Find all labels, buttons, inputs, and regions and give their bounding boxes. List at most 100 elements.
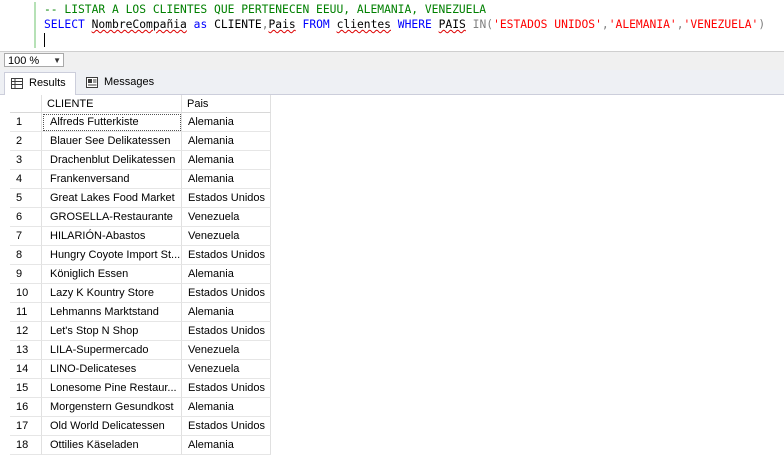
- table-row[interactable]: 4 Frankenversand Alemania: [10, 170, 271, 189]
- table-row[interactable]: 14 LINO-Delicateses Venezuela: [10, 360, 271, 379]
- horizontal-scrollbar[interactable]: [68, 55, 784, 67]
- cell-pais[interactable]: Estados Unidos: [182, 322, 271, 341]
- messages-icon: [86, 77, 98, 88]
- row-number[interactable]: 17: [10, 417, 42, 436]
- zoom-select[interactable]: 100 % ▼: [4, 53, 64, 67]
- value-2: 'ALEMANIA': [608, 18, 677, 31]
- row-number[interactable]: 10: [10, 284, 42, 303]
- cell-pais[interactable]: Alemania: [182, 151, 271, 170]
- cell-cliente[interactable]: Ottilies Käseladen: [42, 436, 182, 455]
- cell-cliente[interactable]: Let's Stop N Shop: [42, 322, 182, 341]
- table-row[interactable]: 1 Alfreds Futterkiste Alemania: [10, 113, 271, 132]
- results-tabstrip: Results Messages: [0, 70, 784, 95]
- row-number-header: [10, 95, 42, 113]
- row-number[interactable]: 18: [10, 436, 42, 455]
- cell-cliente[interactable]: Old World Delicatessen: [42, 417, 182, 436]
- cell-pais[interactable]: Venezuela: [182, 227, 271, 246]
- row-number[interactable]: 14: [10, 360, 42, 379]
- cell-pais[interactable]: Alemania: [182, 303, 271, 322]
- row-number[interactable]: 1: [10, 113, 42, 132]
- column-pais: Pais: [268, 18, 296, 31]
- table-row[interactable]: 7 HILARIÓN-Abastos Venezuela: [10, 227, 271, 246]
- cell-pais[interactable]: Alemania: [182, 436, 271, 455]
- kw-in: IN: [472, 18, 487, 31]
- table-row[interactable]: 2 Blauer See Delikatessen Alemania: [10, 132, 271, 151]
- query-editor[interactable]: -- LISTAR A LOS CLIENTES QUE PERTENECEN …: [0, 0, 784, 50]
- cell-pais[interactable]: Alemania: [182, 132, 271, 151]
- tab-results-label: Results: [29, 77, 66, 89]
- row-number[interactable]: 6: [10, 208, 42, 227]
- table-row[interactable]: 9 Königlich Essen Alemania: [10, 265, 271, 284]
- sql-comment-line: -- LISTAR A LOS CLIENTES QUE PERTENECEN …: [44, 3, 487, 16]
- cell-cliente[interactable]: Drachenblut Delikatessen: [42, 151, 182, 170]
- kw-as: as: [193, 18, 208, 31]
- value-3: 'VENEZUELA': [683, 18, 759, 31]
- row-number[interactable]: 4: [10, 170, 42, 189]
- cell-pais[interactable]: Venezuela: [182, 341, 271, 360]
- cell-cliente[interactable]: Alfreds Futterkiste: [42, 113, 182, 132]
- chevron-down-icon: ▼: [53, 56, 61, 65]
- cell-cliente[interactable]: Blauer See Delikatessen: [42, 132, 182, 151]
- column-header-cliente[interactable]: CLIENTE: [42, 95, 182, 113]
- row-number[interactable]: 8: [10, 246, 42, 265]
- cell-cliente[interactable]: Morgenstern Gesundkost: [42, 398, 182, 417]
- cell-cliente[interactable]: Königlich Essen: [42, 265, 182, 284]
- cell-pais[interactable]: Alemania: [182, 398, 271, 417]
- cell-pais[interactable]: Estados Unidos: [182, 379, 271, 398]
- row-number[interactable]: 13: [10, 341, 42, 360]
- where-column: PAIS: [438, 18, 466, 31]
- cell-pais[interactable]: Alemania: [182, 113, 271, 132]
- kw-where: WHERE: [397, 18, 432, 31]
- cell-pais[interactable]: Estados Unidos: [182, 189, 271, 208]
- cell-cliente[interactable]: Great Lakes Food Market: [42, 189, 182, 208]
- table-row[interactable]: 11 Lehmanns Marktstand Alemania: [10, 303, 271, 322]
- table-row[interactable]: 5 Great Lakes Food Market Estados Unidos: [10, 189, 271, 208]
- editor-status-row: 100 % ▼: [0, 51, 784, 70]
- cell-cliente[interactable]: Hungry Coyote Import St...: [42, 246, 182, 265]
- row-number[interactable]: 9: [10, 265, 42, 284]
- grid-header: CLIENTE Pais: [10, 95, 271, 113]
- table-row[interactable]: 18 Ottilies Käseladen Alemania: [10, 436, 271, 455]
- row-number[interactable]: 16: [10, 398, 42, 417]
- alias: CLIENTE: [214, 18, 262, 31]
- table-row[interactable]: 6 GROSELLA-Restaurante Venezuela: [10, 208, 271, 227]
- tab-messages-label: Messages: [104, 76, 155, 88]
- cell-cliente[interactable]: Lonesome Pine Restaur...: [42, 379, 182, 398]
- grid-icon: [11, 78, 23, 89]
- row-number[interactable]: 7: [10, 227, 42, 246]
- cell-pais[interactable]: Venezuela: [182, 360, 271, 379]
- tab-messages[interactable]: Messages: [80, 72, 156, 93]
- row-number[interactable]: 3: [10, 151, 42, 170]
- table-row[interactable]: 13 LILA-Supermercado Venezuela: [10, 341, 271, 360]
- row-number[interactable]: 12: [10, 322, 42, 341]
- table-row[interactable]: 17 Old World Delicatessen Estados Unidos: [10, 417, 271, 436]
- table-row[interactable]: 8 Hungry Coyote Import St... Estados Unido…: [10, 246, 271, 265]
- cell-pais[interactable]: Estados Unidos: [182, 417, 271, 436]
- cell-cliente[interactable]: Lehmanns Marktstand: [42, 303, 182, 322]
- cell-cliente[interactable]: LILA-Supermercado: [42, 341, 182, 360]
- cell-cliente[interactable]: GROSELLA-Restaurante: [42, 208, 182, 227]
- row-number[interactable]: 11: [10, 303, 42, 322]
- table-row[interactable]: 15 Lonesome Pine Restaur... Estados Unidos: [10, 379, 271, 398]
- table-row[interactable]: 12 Let's Stop N Shop Estados Unidos: [10, 322, 271, 341]
- table-row[interactable]: 10 Lazy K Kountry Store Estados Unidos: [10, 284, 271, 303]
- row-number[interactable]: 15: [10, 379, 42, 398]
- table-row[interactable]: 3 Drachenblut Delikatessen Alemania: [10, 151, 271, 170]
- cell-cliente[interactable]: Frankenversand: [42, 170, 182, 189]
- row-number[interactable]: 5: [10, 189, 42, 208]
- column-header-pais[interactable]: Pais: [182, 95, 271, 113]
- kw-select: SELECT: [44, 18, 85, 31]
- cell-pais[interactable]: Estados Unidos: [182, 284, 271, 303]
- cell-pais[interactable]: Estados Unidos: [182, 246, 271, 265]
- cell-cliente[interactable]: LINO-Delicateses: [42, 360, 182, 379]
- tab-results[interactable]: Results: [4, 72, 76, 95]
- column-name: NombreCompañia: [91, 18, 187, 31]
- cell-pais[interactable]: Venezuela: [182, 208, 271, 227]
- cell-cliente[interactable]: Lazy K Kountry Store: [42, 284, 182, 303]
- table-row[interactable]: 16 Morgenstern Gesundkost Alemania: [10, 398, 271, 417]
- row-number[interactable]: 2: [10, 132, 42, 151]
- zoom-value: 100 %: [8, 55, 40, 67]
- cell-pais[interactable]: Alemania: [182, 265, 271, 284]
- cell-cliente[interactable]: HILARIÓN-Abastos: [42, 227, 182, 246]
- cell-pais[interactable]: Alemania: [182, 170, 271, 189]
